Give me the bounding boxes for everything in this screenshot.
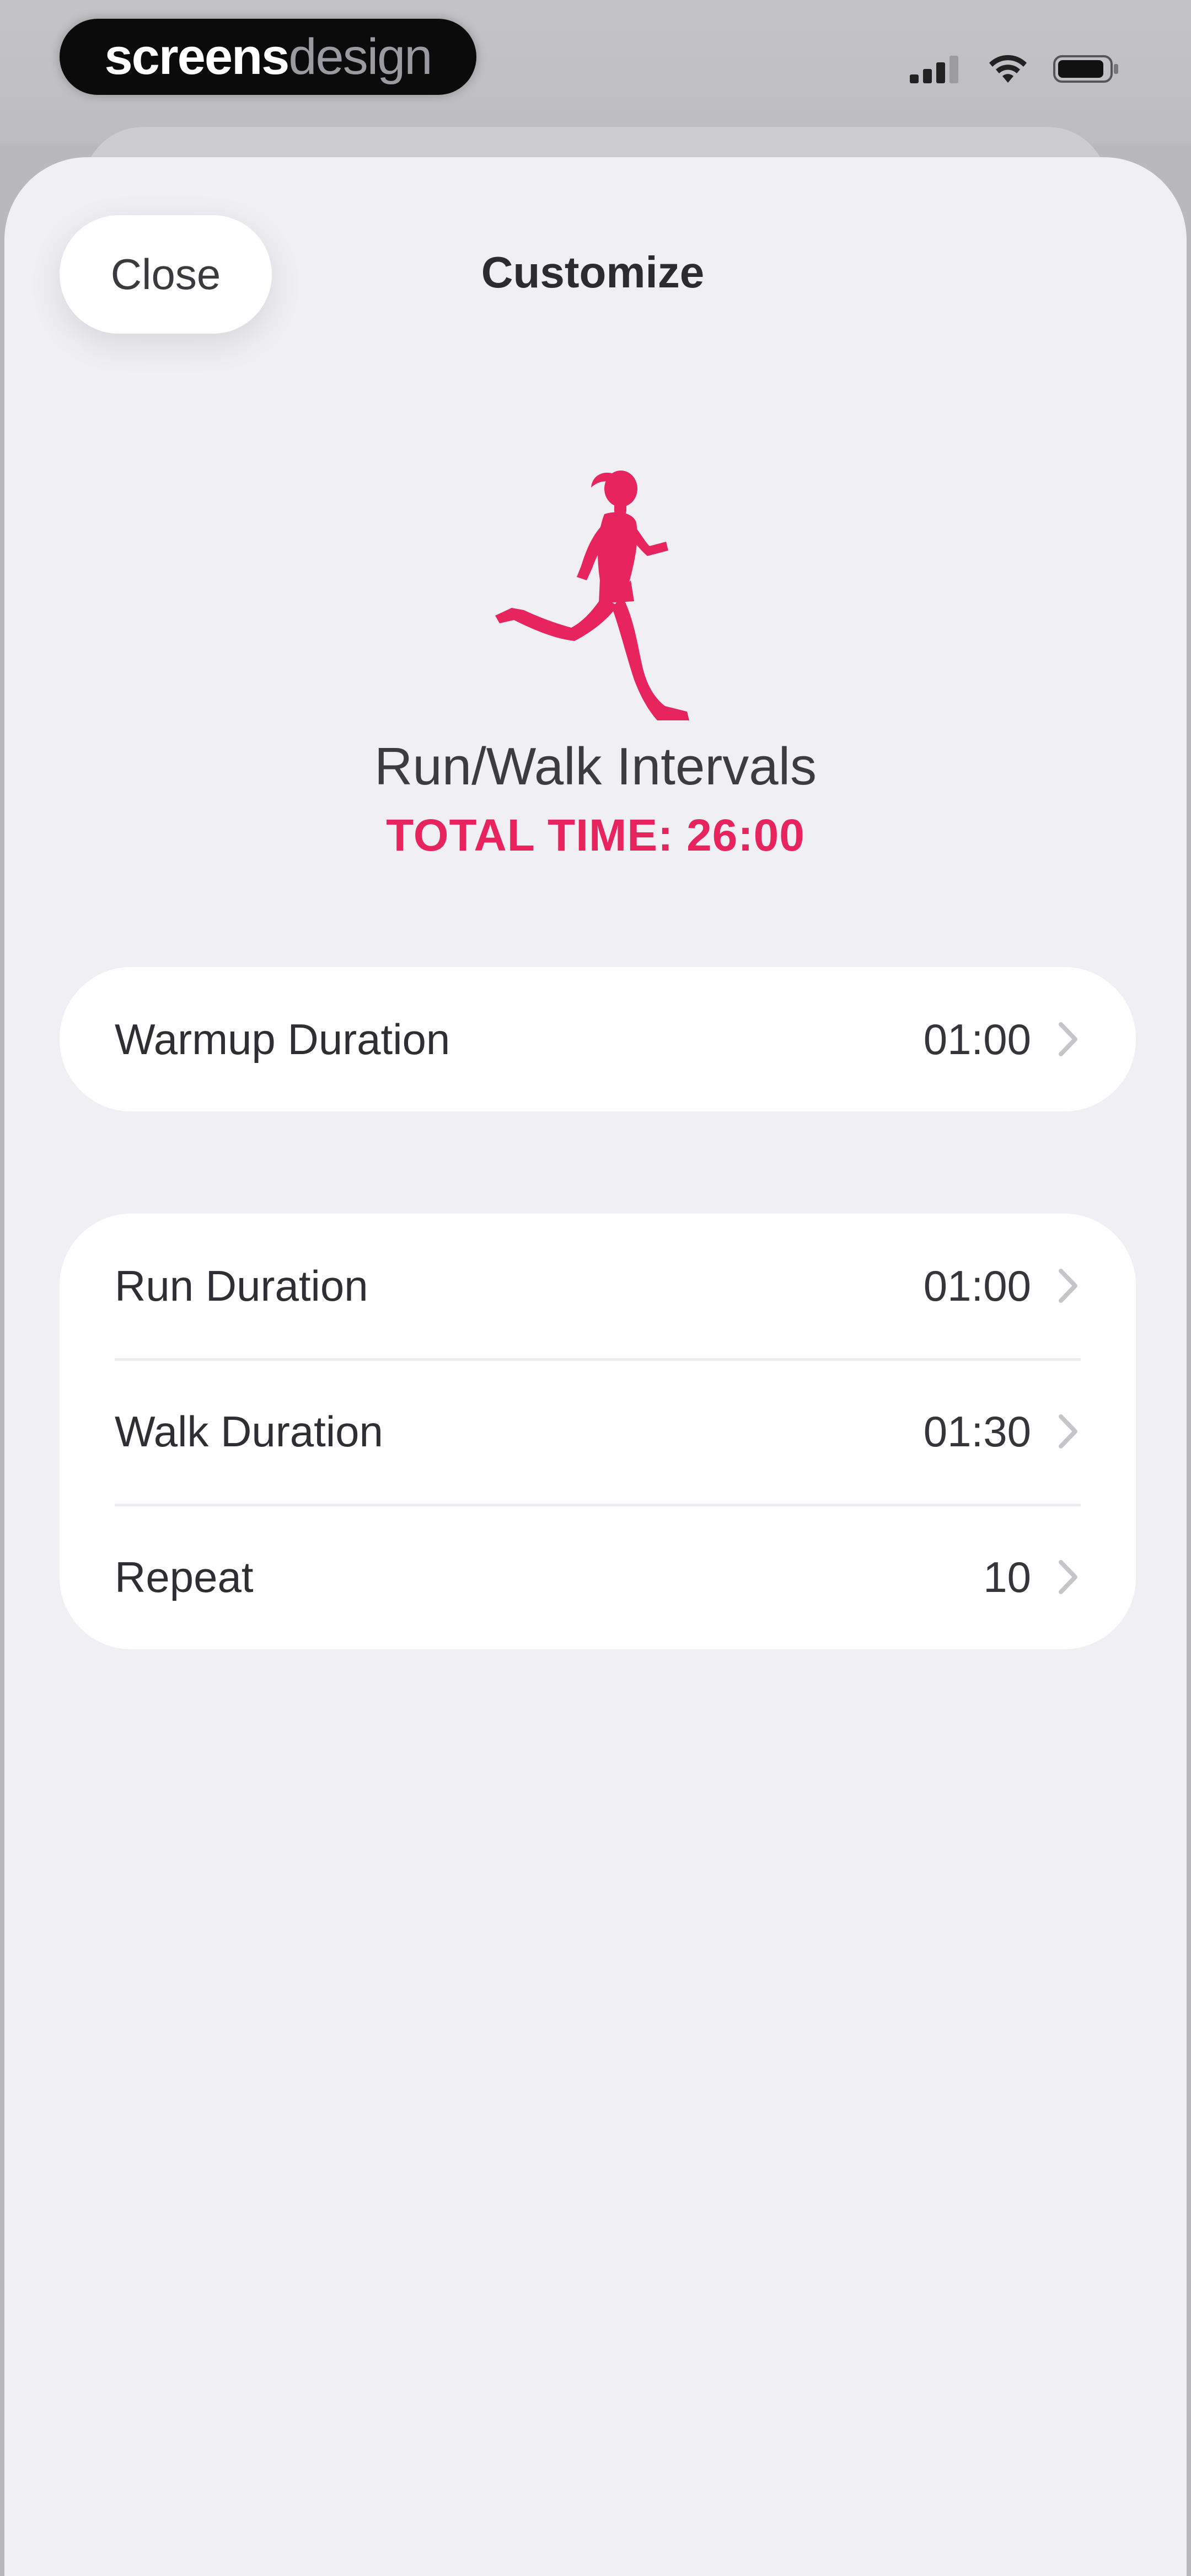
repeat-value: 10 (983, 1552, 1031, 1601)
customize-sheet: Close Customize Run/Walk Intervals TOTAL… (4, 157, 1187, 2576)
status-icons (910, 52, 1119, 85)
warmup-card: Warmup Duration 01:00 (60, 967, 1136, 1111)
run-duration-row[interactable]: Run Duration 01:00 (60, 1214, 1136, 1358)
battery-icon (1053, 55, 1118, 83)
chevron-right-icon (1059, 1414, 1077, 1449)
chevron-right-icon (1059, 1022, 1077, 1056)
cellular-signal-icon (910, 56, 958, 83)
screensdesign-watermark-logo: screens design (60, 19, 476, 95)
walk-duration-row[interactable]: Walk Duration 01:30 (60, 1359, 1136, 1504)
chevron-right-icon (1059, 1269, 1077, 1303)
running-woman-icon (495, 471, 689, 720)
total-time: TOTAL TIME: 26:00 (386, 810, 805, 861)
watermark-part-1: screens (104, 28, 290, 85)
chevron-right-icon (1059, 1560, 1077, 1594)
walk-duration-label: Walk Duration (115, 1407, 383, 1456)
warmup-duration-row[interactable]: Warmup Duration 01:00 (60, 967, 1136, 1111)
watermark-part-2: design (288, 28, 432, 85)
page-title: Customize (481, 248, 705, 297)
walk-duration-value: 01:30 (923, 1407, 1031, 1456)
run-duration-value: 01:00 (923, 1261, 1031, 1310)
wifi-icon (989, 55, 1027, 83)
repeat-label: Repeat (115, 1552, 254, 1601)
repeat-row[interactable]: Repeat 10 (60, 1505, 1136, 1649)
status-bar: screens design (0, 0, 1191, 143)
warmup-duration-value: 01:00 (923, 1014, 1031, 1063)
intervals-card: Run Duration 01:00 Walk Duration 01:30 R… (60, 1214, 1136, 1649)
workout-name: Run/Walk Intervals (374, 737, 817, 796)
run-duration-label: Run Duration (115, 1261, 368, 1310)
warmup-duration-label: Warmup Duration (115, 1014, 450, 1063)
